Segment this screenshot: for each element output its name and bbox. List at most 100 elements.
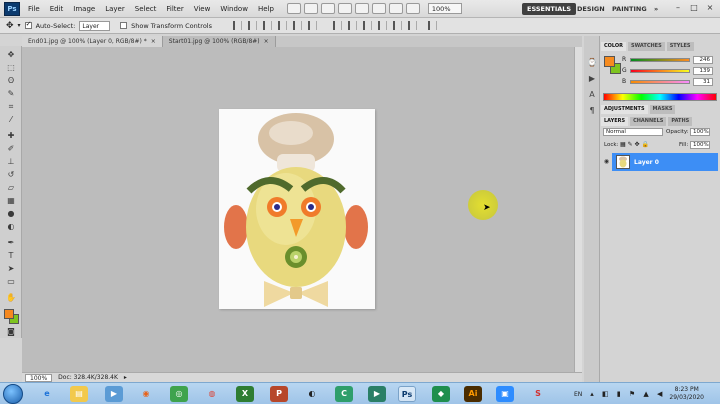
align-right-icon[interactable] [308,21,317,30]
character-panel-icon[interactable]: A [587,90,597,100]
document-image[interactable] [219,109,375,309]
app-red-icon[interactable]: S [529,386,547,402]
green-slider[interactable] [630,68,690,73]
excel-icon[interactable]: X [236,386,254,402]
distribute-bottom-icon[interactable] [363,21,372,30]
foreground-color-swatch[interactable] [4,309,14,319]
status-menu-arrow-icon[interactable]: ▸ [124,374,127,381]
lock-icons[interactable]: ▦ ✎ ✥ 🔒 [620,141,649,148]
menu-window[interactable]: Window [215,0,253,18]
distribute-left-icon[interactable] [378,21,387,30]
menu-view[interactable]: View [189,0,216,18]
screen-mode-button[interactable] [405,3,420,14]
align-vcenter-icon[interactable] [248,21,257,30]
red-slider[interactable] [630,57,690,62]
layer-row[interactable]: ◉ Layer 0 [601,153,718,171]
tab-swatches[interactable]: SWATCHES [628,42,665,51]
quick-select-tool-icon[interactable]: ✎ [5,89,17,99]
visibility-eye-icon[interactable]: ◉ [601,153,612,171]
obs-icon[interactable]: ◐ [303,386,321,402]
actions-panel-icon[interactable]: ▶ [587,74,597,84]
app-teal-icon[interactable]: ▶ [368,386,386,402]
close-icon[interactable]: × [151,38,156,45]
menu-filter[interactable]: Filter [161,0,188,18]
zoom-level-select[interactable]: 100% [427,3,462,14]
blue-value-field[interactable]: 31 [693,77,713,86]
menu-help[interactable]: Help [253,0,279,18]
chrome-icon[interactable]: ◍ [203,386,221,402]
distribute-hcenter-icon[interactable] [393,21,402,30]
menu-image[interactable]: Image [68,0,100,18]
explorer-icon[interactable]: ▤ [70,386,88,402]
vertical-scrollbar[interactable] [574,47,582,372]
pen-tool-icon[interactable]: ✒ [5,238,17,248]
start-button[interactable] [3,384,23,404]
tray-icons[interactable]: ▴ ◧ ▮ ⚑ ▲ ◀ [590,390,665,398]
auto-select-dropdown[interactable]: Layer [79,20,111,31]
hand-tool-icon[interactable]: ✋ [5,293,17,303]
eraser-tool-icon[interactable]: ▱ [5,183,17,193]
minimize-button[interactable]: – [672,2,684,14]
blur-tool-icon[interactable]: ● [5,209,17,219]
align-hcenter-icon[interactable] [293,21,302,30]
app-green-icon[interactable]: ◎ [170,386,188,402]
app-green2-icon[interactable]: ◆ [432,386,450,402]
tab-color[interactable]: COLOR [601,42,627,51]
mini-bridge-button[interactable] [303,3,318,14]
clone-stamp-tool-icon[interactable]: ⊥ [5,157,17,167]
canvas-area[interactable] [22,47,582,372]
tab-masks[interactable]: MASKS [649,105,676,114]
photoshop-task-icon[interactable]: Ps [398,386,416,402]
distribute-right-icon[interactable] [408,21,417,30]
language-indicator[interactable]: EN [574,391,582,398]
dodge-tool-icon[interactable]: ◐ [5,222,17,232]
workspace-more[interactable]: » [649,3,663,15]
gradient-tool-icon[interactable]: ▦ [5,196,17,206]
illustrator-icon[interactable]: Ai [464,386,482,402]
distribute-top-icon[interactable] [333,21,342,30]
align-top-icon[interactable] [233,21,242,30]
blue-slider[interactable] [630,79,690,84]
auto-align-icon[interactable] [428,21,437,30]
tool-preset-chevron-icon[interactable]: ▾ [18,22,21,29]
tab-layers[interactable]: LAYERS [601,117,629,126]
tab-end01[interactable]: End01.jpg @ 100% (Layer 0, RGB/8#) * × [22,36,163,47]
ie-icon[interactable]: e [38,386,56,402]
move-tool-icon[interactable]: ✥ [5,50,17,60]
rotate-view-button[interactable] [371,3,386,14]
menu-edit[interactable]: Edit [45,0,69,18]
show-transform-checkbox[interactable] [120,22,128,29]
zoom-app-icon[interactable]: ▣ [496,386,514,402]
history-brush-tool-icon[interactable]: ↺ [5,170,17,180]
tab-channels[interactable]: CHANNELS [630,117,667,126]
tab-start01[interactable]: Start01.jpg @ 100% (RGB/8#) × [162,36,276,47]
history-panel-icon[interactable]: ⌚ [587,58,597,68]
bridge-button[interactable] [286,3,301,14]
auto-select-checkbox[interactable] [24,20,32,29]
layer-name[interactable]: Layer 0 [634,159,659,166]
system-clock[interactable]: 8:23 PM 29/03/2020 [669,386,704,402]
opacity-field[interactable]: 100% [690,128,710,136]
arrange-documents-button[interactable] [388,3,403,14]
workspace-essentials[interactable]: ESSENTIALS [522,3,577,15]
close-button[interactable]: × [704,2,716,14]
camtasia-icon[interactable]: C [335,386,353,402]
tab-adjustments[interactable]: ADJUSTMENTS [601,105,648,114]
fill-field[interactable]: 100% [690,141,710,149]
healing-brush-tool-icon[interactable]: ✚ [5,131,17,141]
type-tool-icon[interactable]: T [5,251,17,261]
path-selection-tool-icon[interactable]: ➤ [5,264,17,274]
crop-tool-icon[interactable]: ⌗ [5,102,17,112]
eyedropper-tool-icon[interactable]: ⁄ [5,115,17,125]
zoom-tool-button[interactable] [354,3,369,14]
status-zoom-field[interactable]: 100% [25,373,53,382]
distribute-vcenter-icon[interactable] [348,21,357,30]
color-spectrum-bar[interactable] [603,93,717,101]
lasso-tool-icon[interactable]: ʘ [5,76,17,86]
paragraph-panel-icon[interactable]: ¶ [587,106,597,116]
close-icon[interactable]: × [264,38,269,45]
media-player-icon[interactable]: ▶ [105,386,123,402]
workspace-painting[interactable]: PAINTING [607,3,652,15]
marquee-tool-icon[interactable]: ⬚ [5,63,17,73]
tab-styles[interactable]: STYLES [666,42,694,51]
